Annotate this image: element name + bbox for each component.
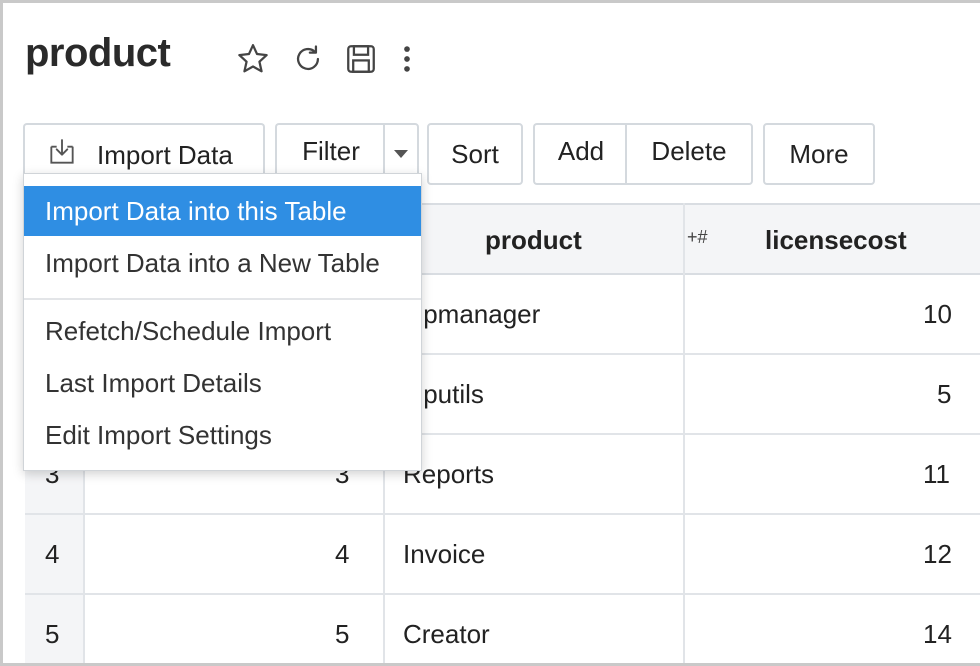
sort-label: Sort	[451, 138, 499, 169]
save-icon[interactable]	[341, 39, 381, 79]
column-header-product[interactable]: product	[485, 225, 582, 256]
import-data-label: Import Data	[97, 139, 233, 170]
table-cell-id[interactable]: 5	[335, 619, 349, 650]
table-cell-product[interactable]: Creator	[403, 619, 490, 650]
sort-button[interactable]: Sort	[427, 123, 523, 185]
menu-item-import-into-this-table[interactable]: Import Data into this Table	[24, 186, 421, 236]
delete-button[interactable]: Delete	[625, 123, 753, 185]
table-cell-licensecost[interactable]: 11	[923, 459, 950, 490]
more-vertical-icon[interactable]	[387, 39, 427, 79]
menu-item-import-into-new-table[interactable]: Import Data into a New Table	[24, 238, 421, 288]
refresh-icon[interactable]	[288, 39, 328, 79]
menu-item-edit-import-settings[interactable]: Edit Import Settings	[24, 410, 421, 460]
table-cell-licensecost[interactable]: 10	[923, 299, 952, 330]
table-cell-licensecost[interactable]: 5	[937, 379, 951, 410]
star-icon[interactable]	[233, 39, 273, 79]
app-frame: product product +# licensecost 1 1 Opman…	[0, 0, 980, 666]
menu-item-last-import-details[interactable]: Last Import Details	[24, 358, 421, 408]
table-cell-licensecost[interactable]: 12	[923, 539, 952, 570]
row-number: 4	[45, 539, 60, 569]
menu-divider	[24, 298, 421, 300]
row-number: 5	[45, 619, 60, 649]
table-cell-product[interactable]: Opmanager	[403, 299, 540, 330]
menu-item-refetch-schedule-import[interactable]: Refetch/Schedule Import	[24, 306, 421, 356]
page-title: product	[25, 31, 171, 75]
delete-label: Delete	[651, 135, 727, 166]
column-header-licensecost[interactable]: licensecost	[765, 225, 907, 256]
number-type-icon: +#	[687, 227, 708, 247]
filter-label: Filter	[302, 135, 360, 166]
add-button[interactable]: Add	[533, 123, 627, 185]
more-button[interactable]: More	[763, 123, 875, 185]
table-cell-product[interactable]: Invoice	[403, 539, 485, 570]
table-cell-licensecost[interactable]: 14	[923, 619, 952, 650]
add-label: Add	[557, 135, 605, 166]
table-cell-id[interactable]: 4	[335, 539, 349, 570]
import-icon	[45, 136, 79, 175]
import-dropdown-menu: Import Data into this Table Import Data …	[23, 173, 422, 471]
more-label: More	[789, 138, 849, 169]
caret-down-icon	[394, 150, 408, 158]
